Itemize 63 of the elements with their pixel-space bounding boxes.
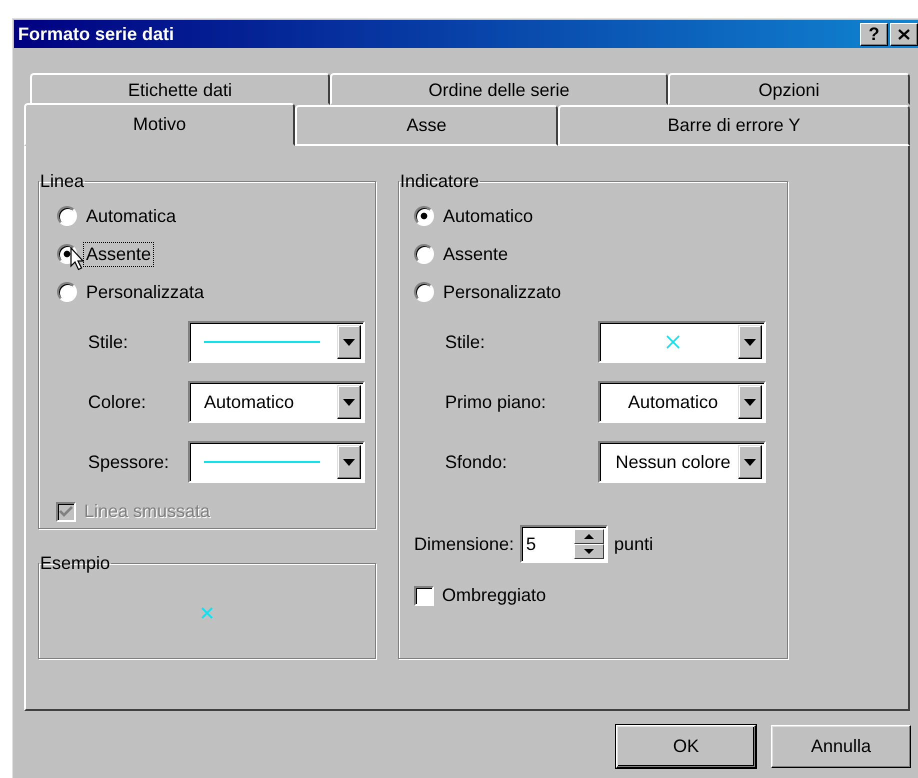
up-arrow-icon — [584, 534, 594, 539]
spin-up-button[interactable] — [574, 529, 604, 544]
close-icon — [898, 28, 910, 40]
radio-label[interactable]: Personalizzata — [83, 280, 208, 304]
radio-button[interactable] — [57, 282, 77, 302]
dropdown-button[interactable] — [337, 325, 361, 359]
check-icon — [59, 506, 73, 518]
field-label: Dimensione: — [414, 534, 514, 554]
field-label: Colore: — [88, 392, 148, 412]
caret-icon — [343, 398, 355, 406]
checkbox[interactable] — [414, 586, 434, 606]
field-label: Stile: — [88, 332, 130, 352]
radio-button[interactable] — [57, 206, 77, 226]
mouse-pointer-icon — [70, 247, 84, 271]
spin-down-button[interactable] — [574, 544, 604, 559]
dropdown[interactable]: Nessun colore — [598, 441, 766, 483]
dropdown[interactable] — [188, 321, 365, 363]
caret-icon — [744, 398, 756, 406]
down-arrow-icon — [584, 549, 594, 554]
dropdown[interactable] — [188, 441, 365, 483]
radio-label[interactable]: Assente — [83, 242, 154, 266]
caret-icon — [744, 458, 756, 466]
radio-label[interactable]: Assente — [440, 242, 512, 266]
unit-label: punti — [614, 534, 654, 554]
field-label: Stile: — [445, 332, 486, 352]
tab[interactable]: Motivo — [24, 103, 295, 146]
radio-label[interactable]: Personalizzato — [440, 280, 564, 304]
dropdown[interactable]: Automatico — [188, 381, 365, 423]
close-button[interactable] — [890, 22, 918, 46]
radio-label[interactable]: Automatico — [440, 204, 536, 228]
caret-icon — [343, 458, 355, 466]
help-button[interactable]: ? — [860, 22, 888, 46]
dialog-button[interactable]: Annulla — [771, 725, 911, 768]
radio-button[interactable] — [414, 244, 434, 264]
tab[interactable]: Ordine delle serie — [330, 73, 668, 105]
caret-icon — [343, 338, 355, 346]
spin-field[interactable]: 5 — [520, 525, 608, 563]
dropdown-button[interactable] — [738, 325, 762, 359]
checkbox-label[interactable]: Ombreggiato — [442, 585, 546, 606]
caret-icon — [744, 338, 756, 346]
tab[interactable]: Asse — [295, 105, 558, 146]
group-title: Linea — [39, 171, 86, 191]
dropdown-button[interactable] — [738, 445, 762, 479]
field-label: Spessore: — [88, 452, 170, 472]
dropdown[interactable]: Automatico — [598, 381, 766, 423]
dialog-button[interactable]: OK — [616, 725, 756, 768]
dropdown-button[interactable] — [738, 385, 762, 419]
group-title: Esempio — [39, 553, 112, 573]
marker-preview-icon — [201, 607, 213, 619]
dropdown[interactable] — [598, 321, 766, 363]
x-marker-icon — [666, 335, 680, 349]
dropdown-button[interactable] — [337, 445, 361, 479]
group-title: Indicatore — [399, 171, 480, 191]
field-label: Sfondo: — [445, 452, 508, 472]
radio-label[interactable]: Automatica — [83, 204, 180, 228]
window-title: Formato serie dati — [18, 24, 174, 44]
dropdown-button[interactable] — [337, 385, 361, 419]
tab[interactable]: Opzioni — [668, 73, 910, 105]
radio-button[interactable] — [414, 282, 434, 302]
tab[interactable]: Barre di errore Y — [558, 105, 910, 146]
radio-button[interactable] — [414, 206, 434, 226]
tab[interactable]: Etichette dati — [30, 73, 330, 105]
field-label: Primo piano: — [445, 392, 548, 412]
